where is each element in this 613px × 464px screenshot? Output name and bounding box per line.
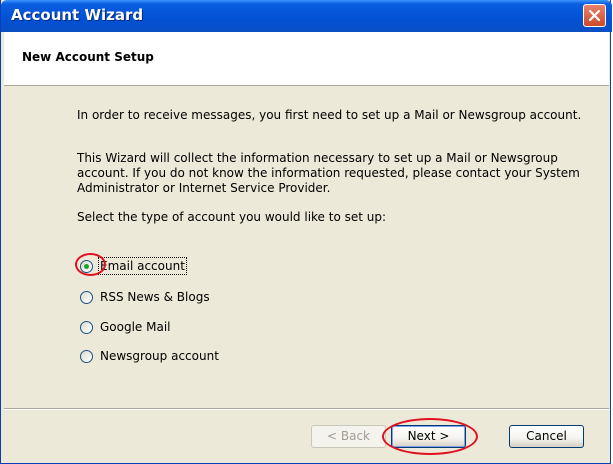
radio-email-account[interactable] [80, 260, 93, 273]
prompt-text: Select the type of account you would lik… [77, 210, 387, 224]
option-label[interactable]: Google Mail [100, 320, 171, 334]
option-label[interactable]: Email account [98, 257, 187, 275]
footer-separator [4, 408, 609, 410]
cancel-button[interactable]: Cancel [509, 425, 584, 448]
intro-text: In order to receive messages, you first … [77, 108, 582, 122]
option-label[interactable]: RSS News & Blogs [100, 290, 210, 304]
info-text: This Wizard will collect the information… [77, 151, 580, 195]
radio-selected-dot [84, 264, 89, 269]
wizard-body [4, 86, 609, 408]
next-button[interactable]: Next > [391, 425, 466, 448]
radio-google-mail[interactable] [80, 321, 93, 334]
account-wizard-window: Account Wizard New Account Setup In orde… [0, 0, 612, 464]
radio-rss-news-blogs[interactable] [80, 291, 93, 304]
close-button[interactable] [583, 4, 606, 27]
back-button[interactable]: < Back [311, 425, 386, 448]
window-title: Account Wizard [11, 6, 144, 24]
radio-newsgroup-account[interactable] [80, 350, 93, 363]
page-title: New Account Setup [22, 50, 154, 64]
title-bar[interactable]: Account Wizard [1, 0, 612, 32]
close-icon [589, 10, 600, 21]
wizard-header: New Account Setup [4, 32, 609, 86]
option-label[interactable]: Newsgroup account [100, 349, 219, 363]
